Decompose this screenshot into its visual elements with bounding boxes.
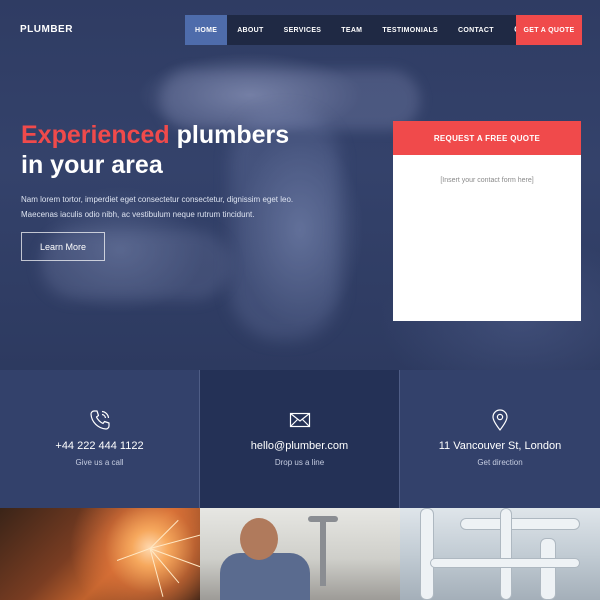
nav-item-team[interactable]: TEAM: [331, 15, 372, 45]
nav-item-contact[interactable]: CONTACT: [448, 15, 504, 45]
gallery-image-welding: [0, 508, 200, 600]
image-gallery: [0, 508, 600, 600]
contact-phone-label: Give us a call: [75, 458, 124, 467]
contact-phone-number: +44 222 444 1122: [55, 440, 144, 452]
contact-email-label: Drop us a line: [274, 458, 325, 467]
gallery-image-pipes: [400, 508, 600, 600]
hero-description: Nam lorem tortor, imperdiet eget consect…: [21, 192, 331, 222]
contact-address-label: Get direction: [477, 458, 523, 467]
nav-item-home[interactable]: HOME: [185, 15, 228, 45]
quote-form-title: REQUEST A FREE QUOTE: [393, 121, 581, 155]
envelope-icon: [289, 412, 310, 428]
headline-line-2: in your area: [21, 151, 163, 179]
learn-more-button[interactable]: Learn More: [21, 232, 105, 261]
nav-item-testimonials[interactable]: TESTIMONIALS: [372, 15, 448, 45]
brand-logo[interactable]: PLUMBER: [20, 24, 73, 35]
contact-form-placeholder: [Insert your contact form here]: [440, 177, 534, 184]
phone-icon: [89, 410, 110, 430]
gallery-image-plumber-sink: [200, 508, 400, 600]
location-pin-icon: [492, 409, 508, 431]
quote-form: REQUEST A FREE QUOTE [Insert your contac…: [393, 121, 581, 321]
nav-item-services[interactable]: SERVICES: [274, 15, 332, 45]
contact-email-address: hello@plumber.com: [250, 440, 349, 452]
headline-accent: Experienced: [21, 121, 170, 149]
contact-strip: +44 222 444 1122 Give us a call hello@pl…: [0, 370, 600, 508]
contact-address[interactable]: 11 Vancouver St, London Get direction: [400, 370, 600, 508]
nav-item-about[interactable]: ABOUT: [227, 15, 273, 45]
headline-text: plumbers: [169, 121, 290, 149]
main-nav: HOME ABOUT SERVICES TEAM TESTIMONIALS CO…: [185, 15, 534, 45]
hero-description-line: Nam lorem tortor, imperdiet eget consect…: [21, 195, 294, 204]
contact-address-text: 11 Vancouver St, London: [438, 440, 562, 452]
get-a-quote-button[interactable]: GET A QUOTE: [516, 15, 582, 45]
contact-phone[interactable]: +44 222 444 1122 Give us a call: [0, 370, 200, 508]
hero-description-line: Maecenas iaculis odio nibh, ac vestibulu…: [21, 210, 255, 219]
contact-email[interactable]: hello@plumber.com Drop us a line: [200, 370, 400, 508]
hero-headline: Experienced plumbers in your area: [21, 120, 351, 180]
